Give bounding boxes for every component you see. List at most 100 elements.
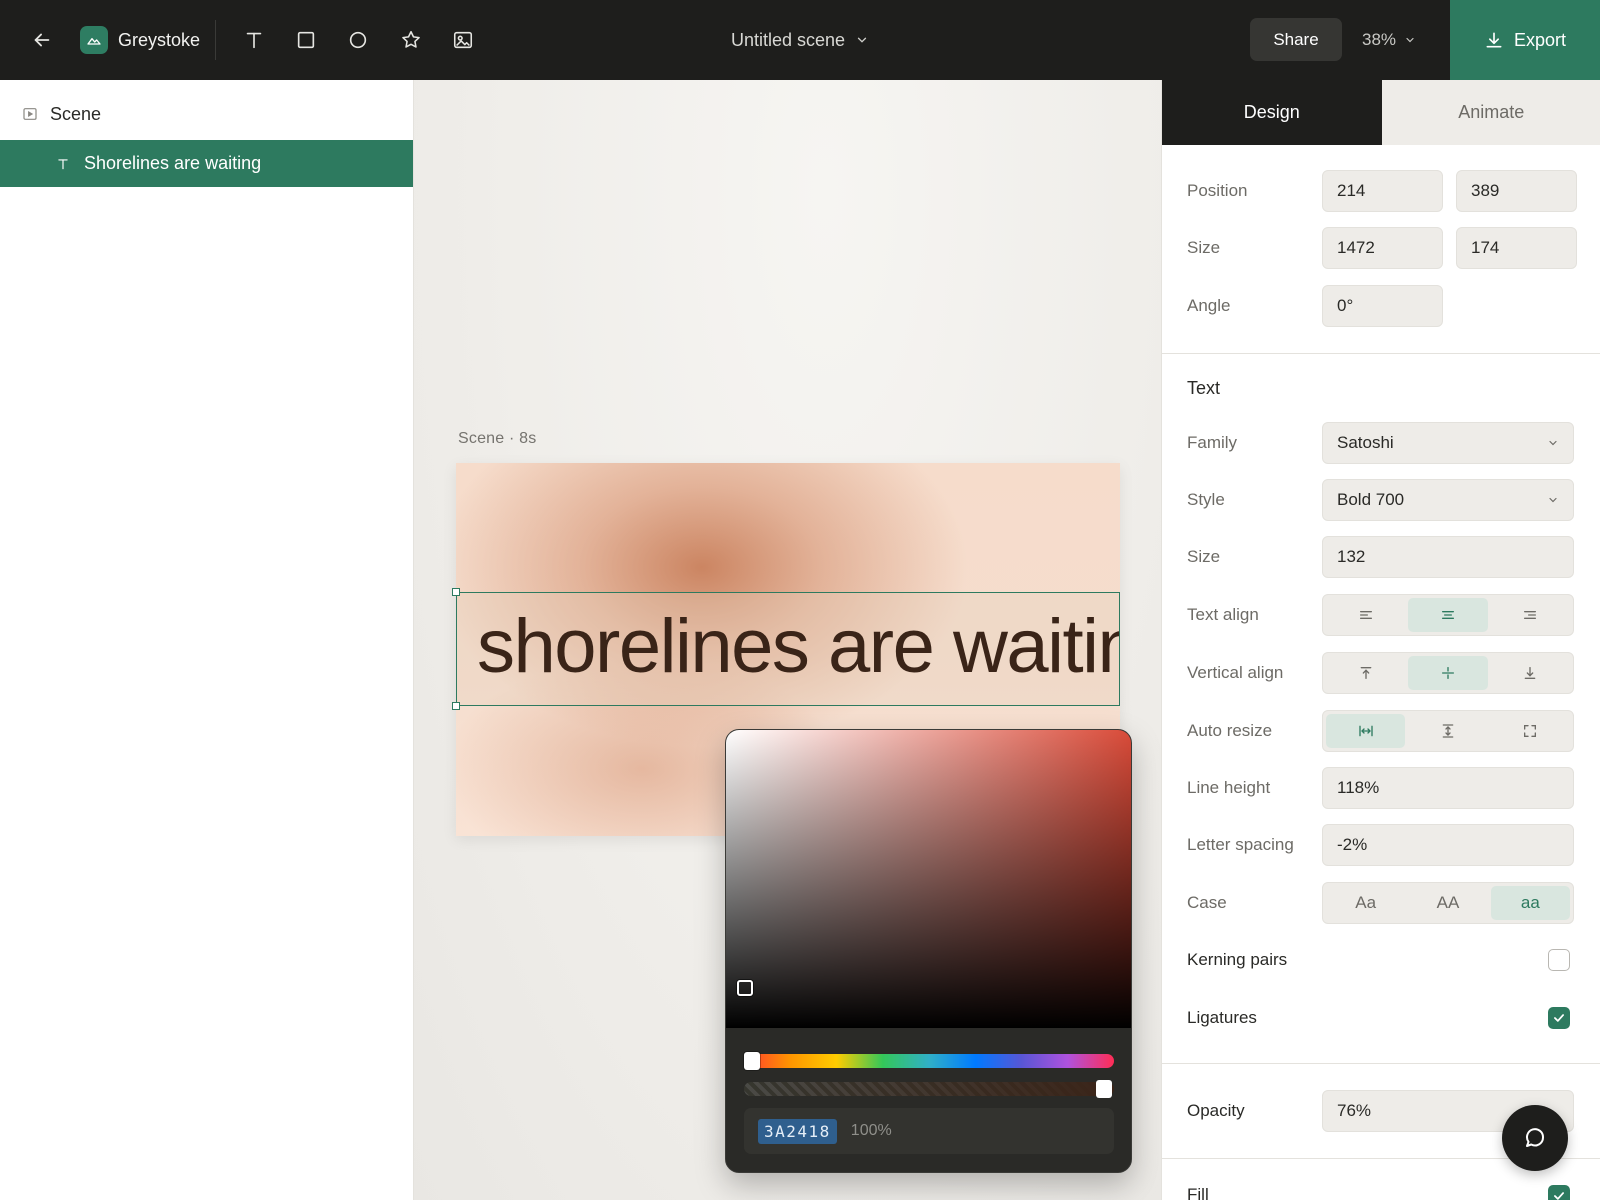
letter-spacing-field[interactable]: -2% bbox=[1322, 824, 1574, 866]
hue-slider-knob[interactable] bbox=[744, 1052, 760, 1070]
tab-animate[interactable]: Animate bbox=[1381, 80, 1600, 145]
zoom-dropdown[interactable]: 38% bbox=[1362, 22, 1444, 58]
fill-label: Fill bbox=[1187, 1185, 1209, 1200]
vertical-align-label: Vertical align bbox=[1187, 663, 1284, 682]
layers-panel: Scene Shorelines are waiting bbox=[0, 80, 414, 1200]
chevron-down-icon bbox=[1549, 497, 1557, 503]
align-left-icon bbox=[1359, 611, 1372, 619]
position-y-field[interactable]: 389 bbox=[1456, 170, 1577, 212]
angle-label: Angle bbox=[1187, 296, 1231, 315]
resize-handle-top-left[interactable] bbox=[452, 588, 460, 596]
ligatures-checkbox[interactable] bbox=[1548, 1007, 1570, 1029]
chevron-down-icon bbox=[1549, 440, 1557, 446]
text-icon bbox=[246, 32, 262, 49]
align-middle-button[interactable] bbox=[1408, 656, 1488, 690]
color-cursor[interactable] bbox=[737, 980, 753, 996]
resize-horizontal-icon bbox=[1358, 725, 1373, 737]
case-control: Aa AA aa bbox=[1322, 882, 1574, 924]
position-label: Position bbox=[1187, 181, 1248, 200]
alpha-slider[interactable] bbox=[744, 1082, 1114, 1096]
align-center-button[interactable] bbox=[1408, 598, 1488, 632]
image-tool-button[interactable] bbox=[443, 20, 483, 60]
toolbar-divider bbox=[215, 20, 216, 60]
selected-text-frame[interactable]: shorelines are waiting bbox=[456, 592, 1120, 706]
auto-height-button[interactable] bbox=[1408, 714, 1487, 748]
section-divider bbox=[1162, 1063, 1600, 1064]
style-label: Style bbox=[1187, 490, 1225, 509]
letter-spacing-label: Letter spacing bbox=[1187, 835, 1294, 854]
hue-slider[interactable] bbox=[744, 1054, 1114, 1068]
alpha-input[interactable]: 100% bbox=[851, 1122, 892, 1140]
chat-bubble-icon bbox=[1526, 1128, 1545, 1147]
align-right-icon bbox=[1524, 611, 1537, 619]
star-icon bbox=[402, 30, 420, 48]
fill-checkbox[interactable] bbox=[1548, 1185, 1570, 1200]
size-width-field[interactable]: 1472 bbox=[1322, 227, 1443, 269]
layer-item-text[interactable]: Shorelines are waiting bbox=[0, 140, 413, 187]
auto-resize-label: Auto resize bbox=[1187, 721, 1273, 740]
text-tool-button[interactable] bbox=[234, 20, 274, 60]
fixed-size-button[interactable] bbox=[1491, 714, 1570, 748]
align-middle-icon bbox=[1441, 667, 1454, 679]
font-style-select[interactable]: Bold 700 bbox=[1322, 479, 1574, 521]
app-logo bbox=[80, 26, 108, 54]
square-icon bbox=[297, 31, 315, 49]
check-icon bbox=[1554, 1014, 1564, 1022]
tab-design[interactable]: Design bbox=[1162, 80, 1382, 145]
frame-icon bbox=[1524, 725, 1537, 737]
scene-icon bbox=[23, 108, 37, 120]
case-lower-button[interactable]: aa bbox=[1490, 886, 1570, 920]
scene-text[interactable]: shorelines are waiting bbox=[477, 607, 1119, 687]
rectangle-tool-button[interactable] bbox=[286, 20, 326, 60]
share-button[interactable]: Share bbox=[1250, 18, 1342, 61]
vertical-align-control bbox=[1322, 652, 1574, 694]
scene-title: Untitled scene bbox=[730, 29, 846, 50]
export-button[interactable]: Export bbox=[1450, 0, 1600, 80]
chevron-down-icon bbox=[1406, 37, 1414, 43]
canvas[interactable]: Scene · 8s shorelines are waiting 3A2418… bbox=[414, 80, 1161, 1200]
size-label: Size bbox=[1187, 238, 1221, 257]
auto-width-button[interactable] bbox=[1326, 714, 1406, 748]
layer-label-scene: Scene bbox=[50, 103, 102, 124]
align-center-icon bbox=[1441, 611, 1454, 619]
scene-title-dropdown[interactable]: Untitled scene bbox=[700, 22, 900, 58]
back-button[interactable] bbox=[22, 20, 62, 60]
font-size-field[interactable]: 132 bbox=[1322, 536, 1574, 578]
align-left-button[interactable] bbox=[1326, 598, 1405, 632]
line-height-field[interactable]: 118% bbox=[1322, 767, 1574, 809]
section-divider bbox=[1162, 353, 1600, 354]
align-right-button[interactable] bbox=[1491, 598, 1570, 632]
align-top-icon bbox=[1360, 667, 1371, 679]
align-top-button[interactable] bbox=[1326, 656, 1405, 690]
text-align-label: Text align bbox=[1187, 605, 1259, 624]
hex-input[interactable]: 3A2418 bbox=[758, 1118, 837, 1144]
ellipse-tool-button[interactable] bbox=[338, 20, 378, 60]
kerning-checkbox[interactable] bbox=[1548, 949, 1570, 971]
text-icon bbox=[58, 158, 68, 169]
saturation-value-area[interactable] bbox=[726, 730, 1131, 1028]
position-x-field[interactable]: 214 bbox=[1322, 170, 1443, 212]
size-height-field[interactable]: 174 bbox=[1456, 227, 1577, 269]
resize-vertical-icon bbox=[1442, 724, 1454, 738]
export-label: Export bbox=[1513, 29, 1567, 50]
align-bottom-button[interactable] bbox=[1491, 656, 1570, 690]
case-title-button[interactable]: Aa bbox=[1326, 886, 1405, 920]
layer-item-scene[interactable]: Scene bbox=[0, 94, 413, 134]
alpha-slider-knob[interactable] bbox=[1096, 1080, 1112, 1098]
font-style-value: Bold 700 bbox=[1337, 490, 1405, 509]
chat-button[interactable] bbox=[1502, 1105, 1568, 1171]
panel-tabs: Design Animate bbox=[1162, 80, 1600, 145]
font-family-value: Satoshi bbox=[1337, 433, 1394, 452]
kerning-label: Kerning pairs bbox=[1187, 950, 1288, 969]
check-icon bbox=[1554, 1192, 1564, 1200]
resize-handle-bottom-left[interactable] bbox=[452, 702, 460, 710]
case-upper-button[interactable]: AA bbox=[1408, 886, 1487, 920]
angle-field[interactable]: 0° bbox=[1322, 285, 1443, 327]
font-size-label: Size bbox=[1187, 547, 1221, 566]
family-label: Family bbox=[1187, 433, 1238, 452]
zoom-level: 38% bbox=[1362, 30, 1397, 49]
text-align-control bbox=[1322, 594, 1574, 636]
star-tool-button[interactable] bbox=[391, 20, 431, 60]
auto-resize-control bbox=[1322, 710, 1574, 752]
font-family-select[interactable]: Satoshi bbox=[1322, 422, 1574, 464]
